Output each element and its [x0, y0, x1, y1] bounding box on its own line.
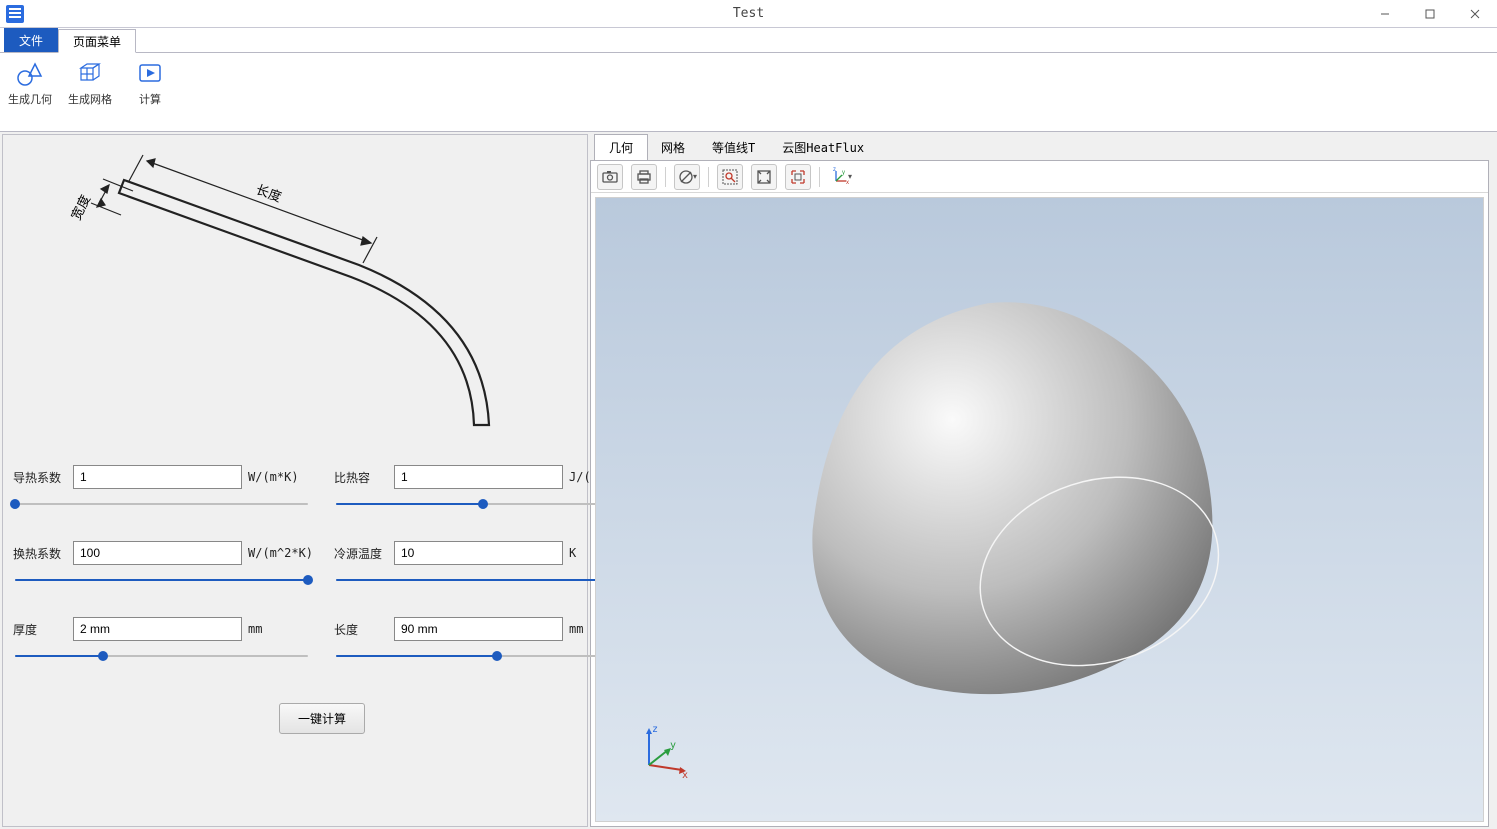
thickness-unit: mm [248, 622, 310, 636]
view-tabs: 几何 网格 等值线T 云图HeatFlux [590, 134, 1495, 160]
view-tab-cloud[interactable]: 云图HeatFlux [768, 135, 878, 160]
specific-heat-slider[interactable] [336, 497, 629, 511]
cold-source-temp-slider[interactable] [336, 573, 629, 587]
ribbon-generate-mesh[interactable]: 生成网格 [66, 57, 114, 107]
thermal-conductivity-input[interactable] [73, 465, 242, 489]
parameters-panel: 长度 宽度 导热系数 W/(m*K) [2, 134, 588, 827]
thickness-label: 厚度 [13, 621, 67, 638]
close-button[interactable] [1452, 0, 1497, 27]
maximize-button[interactable] [1407, 0, 1452, 27]
toolbar-separator [665, 167, 666, 187]
window-title: Test [733, 6, 764, 21]
thermal-conductivity-slider[interactable] [15, 497, 308, 511]
svg-text:y: y [842, 170, 845, 176]
print-button[interactable] [631, 164, 657, 190]
length-slider[interactable] [336, 649, 629, 663]
app-icon [6, 5, 24, 23]
ribbon-group: 生成几何 生成网格 [6, 57, 174, 107]
ribbon-tab-file-label: 文件 [19, 32, 43, 49]
ribbon-tab-page-menu-label: 页面菜单 [73, 33, 121, 50]
field-specific-heat: 比热容 J/(kg*K) [334, 465, 631, 511]
thermal-conductivity-unit: W/(m*K) [248, 470, 310, 484]
one-click-compute-button[interactable]: 一键计算 [279, 703, 365, 734]
svg-text:z: z [833, 167, 836, 173]
view-frame: ▾ z [590, 160, 1489, 827]
diagram-width-label: 宽度 [68, 192, 93, 222]
viewer-panel: 几何 网格 等值线T 云图HeatFlux ▾ [590, 134, 1495, 827]
ribbon-body: 生成几何 生成网格 [0, 52, 1497, 132]
toolbar-separator-2 [708, 167, 709, 187]
svg-text:z: z [652, 724, 658, 735]
ribbon-generate-geometry-label: 生成几何 [8, 91, 52, 107]
ribbon-tab-row: 文件 页面菜单 [0, 28, 1497, 52]
specific-heat-label: 比热容 [334, 469, 388, 486]
compute-button-row: 一键计算 [13, 703, 631, 734]
transparency-button[interactable]: ▾ [674, 164, 700, 190]
ribbon-tab-page-menu[interactable]: 页面菜单 [58, 29, 136, 53]
heat-transfer-coeff-unit: W/(m^2*K) [248, 546, 310, 560]
title-bar: Test [0, 0, 1497, 28]
svg-text:y: y [670, 740, 676, 751]
minimize-button[interactable] [1362, 0, 1407, 27]
field-length: 长度 mm [334, 617, 631, 663]
view-tab-geometry[interactable]: 几何 [594, 134, 648, 160]
geometry-icon [14, 57, 46, 89]
view-tab-mesh[interactable]: 网格 [647, 135, 699, 160]
ribbon-generate-geometry[interactable]: 生成几何 [6, 57, 54, 107]
cold-source-temp-input[interactable] [394, 541, 563, 565]
length-input[interactable] [394, 617, 563, 641]
length-label: 长度 [334, 621, 388, 638]
3d-canvas[interactable]: z x y [595, 197, 1484, 822]
form-area: 导热系数 W/(m*K) 比热容 J/(kg*K) [9, 455, 581, 744]
zoom-box-button[interactable] [717, 164, 743, 190]
ribbon-compute[interactable]: 计算 [126, 57, 174, 107]
view-tab-isolines[interactable]: 等值线T [698, 135, 769, 160]
heat-transfer-coeff-input[interactable] [73, 541, 242, 565]
snapshot-button[interactable] [597, 164, 623, 190]
svg-text:x: x [682, 770, 688, 780]
axis-orient-button[interactable]: z x y ▾ [828, 164, 854, 190]
thickness-slider[interactable] [15, 649, 308, 663]
main-area: 长度 宽度 导热系数 W/(m*K) [0, 132, 1497, 829]
view-toolbar: ▾ z [591, 161, 1488, 193]
zoom-selection-button[interactable] [785, 164, 811, 190]
compute-icon [134, 57, 166, 89]
thickness-input[interactable] [73, 617, 242, 641]
field-cold-source-temp: 冷源温度 K [334, 541, 631, 587]
heat-transfer-coeff-slider[interactable] [15, 573, 308, 587]
specific-heat-input[interactable] [394, 465, 563, 489]
schematic-diagram: 长度 宽度 [29, 145, 561, 445]
field-heat-transfer-coeff: 换热系数 W/(m^2*K) [13, 541, 310, 587]
heat-transfer-coeff-label: 换热系数 [13, 545, 67, 562]
axis-triad: z x y [634, 720, 694, 783]
ribbon-tab-file[interactable]: 文件 [4, 28, 58, 52]
ribbon-generate-mesh-label: 生成网格 [68, 91, 112, 107]
thermal-conductivity-label: 导热系数 [13, 469, 67, 486]
mesh-icon [74, 57, 106, 89]
field-thermal-conductivity: 导热系数 W/(m*K) [13, 465, 310, 511]
toolbar-separator-3 [819, 167, 820, 187]
window-controls [1362, 0, 1497, 27]
cold-source-temp-label: 冷源温度 [334, 545, 388, 562]
field-thickness: 厚度 mm [13, 617, 310, 663]
ribbon-compute-label: 计算 [139, 91, 161, 107]
zoom-extents-button[interactable] [751, 164, 777, 190]
